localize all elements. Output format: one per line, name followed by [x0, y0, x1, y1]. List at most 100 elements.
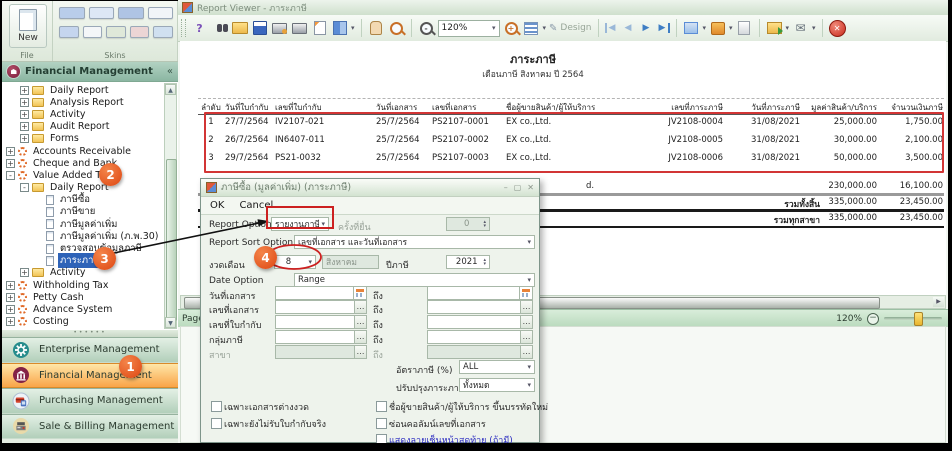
- tree-toggle-icon[interactable]: +: [20, 110, 29, 119]
- scroll-down-icon[interactable]: ▼: [165, 317, 176, 328]
- maximize-icon[interactable]: ▢: [514, 183, 522, 192]
- calendar-icon[interactable]: [519, 286, 533, 300]
- tax-group-to-field[interactable]: [427, 330, 533, 344]
- dropdown-icon[interactable]: ▾: [812, 24, 816, 32]
- watermark-icon[interactable]: [736, 20, 753, 36]
- tree-toggle-icon[interactable]: +: [20, 134, 29, 143]
- thumbnails-icon[interactable]: [523, 20, 540, 36]
- tree-toggle-icon[interactable]: +: [6, 317, 15, 326]
- browse-icon[interactable]: …: [354, 315, 367, 329]
- doc-no-to-field[interactable]: [427, 300, 533, 314]
- first-page-icon[interactable]: ◀: [605, 23, 618, 33]
- zoom-tool-icon[interactable]: [390, 22, 403, 35]
- dropdown-icon[interactable]: ▾: [729, 24, 733, 32]
- pan-tool-icon[interactable]: [368, 20, 385, 36]
- nav-sale-billing-management[interactable]: Sale & Billing Management: [2, 414, 178, 440]
- checkbox-supplier-newline[interactable]: [376, 401, 387, 412]
- skin-swatch[interactable]: [89, 7, 115, 19]
- calendar-icon[interactable]: [353, 286, 367, 300]
- tree-toggle-icon[interactable]: +: [6, 293, 15, 302]
- background-color-icon[interactable]: [709, 20, 726, 36]
- dropdown-icon[interactable]: ▾: [543, 24, 547, 32]
- skin-swatch[interactable]: [153, 26, 173, 38]
- tree-item[interactable]: +Accounts Receivable: [2, 145, 178, 157]
- tree-scrollbar[interactable]: ▲ ▼: [164, 83, 177, 329]
- browse-icon[interactable]: …: [520, 300, 533, 314]
- tree-item[interactable]: +Cheque and Bank: [2, 157, 178, 169]
- nav-financial-management[interactable]: Financial Management: [2, 363, 178, 389]
- tree-item[interactable]: +Audit Report: [2, 121, 178, 133]
- checkbox-other-period[interactable]: [211, 401, 222, 412]
- prev-page-icon[interactable]: ◀: [621, 23, 636, 33]
- tax-rate-combobox[interactable]: ALL: [459, 360, 535, 374]
- print-icon[interactable]: [291, 20, 308, 36]
- print-options-icon[interactable]: [271, 20, 288, 36]
- toolbar-grip[interactable]: [181, 19, 186, 37]
- cancel-button[interactable]: Cancel: [239, 200, 273, 211]
- skin-swatch[interactable]: [83, 26, 103, 38]
- tree-item[interactable]: +Activity: [2, 108, 178, 120]
- invoice-no-to-field[interactable]: [427, 315, 533, 329]
- tree-item[interactable]: +Activity: [2, 267, 178, 279]
- browse-icon[interactable]: …: [520, 330, 533, 344]
- tree-item[interactable]: +Analysis Report: [2, 96, 178, 108]
- export-icon[interactable]: [766, 20, 783, 36]
- new-button[interactable]: New: [9, 4, 47, 48]
- next-page-icon[interactable]: ▶: [639, 23, 654, 33]
- tree-toggle-icon[interactable]: +: [6, 147, 15, 156]
- nav-purchasing-management[interactable]: Purchasing Management: [2, 388, 178, 414]
- last-page-icon[interactable]: ▶: [657, 23, 670, 33]
- zoom-in-icon[interactable]: +: [505, 22, 518, 35]
- skin-swatch[interactable]: [59, 7, 85, 19]
- browse-icon[interactable]: …: [354, 300, 367, 314]
- tree-item[interactable]: +Withholding Tax: [2, 279, 178, 291]
- save-icon[interactable]: [251, 20, 268, 36]
- tree-toggle-icon[interactable]: +: [20, 122, 29, 131]
- tree-toggle-icon[interactable]: +: [20, 86, 29, 95]
- skin-swatch[interactable]: [130, 26, 150, 38]
- scrollbar-thumb[interactable]: [166, 159, 177, 321]
- tree-toggle-icon[interactable]: +: [6, 305, 15, 314]
- tree-toggle-icon[interactable]: -: [6, 171, 15, 180]
- period-month-combobox[interactable]: 8: [274, 255, 316, 269]
- dropdown-icon[interactable]: ▾: [786, 24, 790, 32]
- page-setup-icon[interactable]: [311, 20, 328, 36]
- checkbox-hide-docno-column[interactable]: [376, 418, 387, 429]
- find-icon[interactable]: [211, 20, 228, 36]
- browse-icon[interactable]: …: [354, 330, 367, 344]
- tree-toggle-icon[interactable]: +: [20, 98, 29, 107]
- design-button[interactable]: Design: [549, 23, 591, 34]
- tree-item[interactable]: -Value Added Tax: [2, 169, 178, 181]
- help-icon[interactable]: [191, 20, 208, 36]
- panel-splitter[interactable]: ••••••: [2, 330, 178, 337]
- email-icon[interactable]: [792, 20, 809, 36]
- report-sort-combobox[interactable]: เลขที่เอกสาร และวันที่เอกสาร: [294, 235, 535, 249]
- zoom-out-icon[interactable]: -: [420, 22, 433, 35]
- doc-date-to-field[interactable]: [427, 286, 533, 300]
- zoom-out-icon[interactable]: −: [867, 313, 879, 325]
- skin-swatch[interactable]: [148, 7, 174, 19]
- tree-item[interactable]: +Petty Cash: [2, 291, 178, 303]
- skin-swatch[interactable]: [118, 7, 144, 19]
- tree-item[interactable]: +Daily Report: [2, 84, 178, 96]
- tax-year-spinner[interactable]: 2021: [446, 255, 490, 269]
- tree-toggle-icon[interactable]: -: [20, 183, 29, 192]
- dropdown-icon[interactable]: ▾: [351, 24, 355, 32]
- zoom-slider[interactable]: [884, 317, 942, 320]
- dropdown-icon[interactable]: ▾: [703, 24, 707, 32]
- tree-item[interactable]: +Advance System: [2, 303, 178, 315]
- tree-item[interactable]: +Costing: [2, 316, 178, 328]
- close-icon[interactable]: ✕: [527, 183, 534, 192]
- skin-swatch[interactable]: [59, 26, 79, 38]
- scroll-up-icon[interactable]: ▲: [165, 84, 176, 95]
- scroll-right-icon[interactable]: ▶: [933, 297, 944, 307]
- zoom-combobox[interactable]: 120% ▾: [438, 20, 500, 37]
- tree-toggle-icon[interactable]: +: [6, 159, 15, 168]
- open-icon[interactable]: [231, 20, 248, 36]
- skin-swatch[interactable]: [106, 26, 126, 38]
- view-options-icon[interactable]: [331, 20, 348, 36]
- tree-toggle-icon[interactable]: +: [6, 281, 15, 290]
- zoom-slider-thumb[interactable]: [914, 312, 923, 326]
- filing-no-spinner[interactable]: 0: [446, 217, 490, 231]
- minimize-icon[interactable]: –: [504, 183, 508, 192]
